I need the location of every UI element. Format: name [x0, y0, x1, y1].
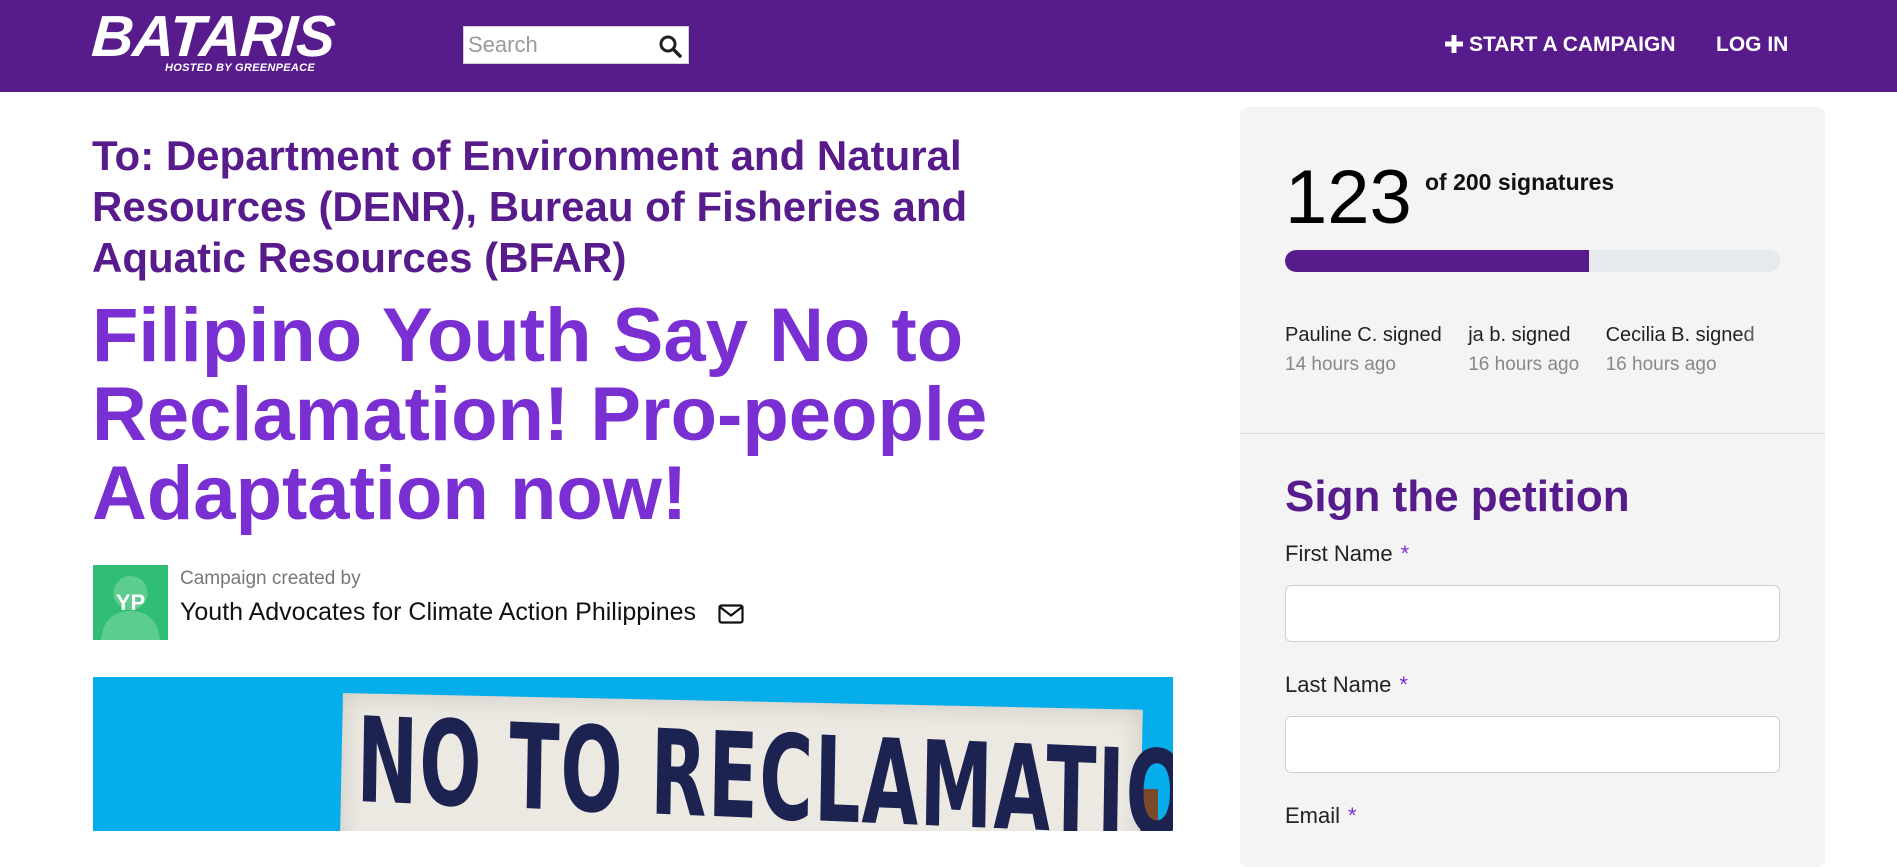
last-name-label: Last Name * [1285, 672, 1408, 698]
recent-signers: Pauline C. signed 14 hours ago ja b. sig… [1285, 320, 1785, 380]
login-link[interactable]: LOG IN [1716, 30, 1788, 60]
creator-initials: YP [115, 590, 146, 615]
required-marker: * [1348, 803, 1357, 828]
logo-tagline: HOSTED BY GREENPEACE [165, 62, 316, 74]
signer-name: Cecilia B. signed [1605, 324, 1755, 346]
logo-wordmark: BATARIS [89, 4, 337, 69]
envelope-icon[interactable] [718, 604, 744, 624]
first-name-label: First Name * [1285, 541, 1409, 567]
first-name-label-text: First Name [1285, 541, 1393, 566]
email-label: Email * [1285, 803, 1357, 829]
required-marker: * [1400, 541, 1410, 566]
signers-fade-overlay [1740, 318, 1800, 384]
banner-text: NO TO RECLAMATION [355, 690, 1173, 831]
signature-progress-bar [1285, 250, 1780, 272]
creator-avatar[interactable]: YP [93, 565, 168, 640]
last-name-label-text: Last Name [1285, 672, 1392, 697]
recent-signer: ja b. signed 16 hours ago [1468, 320, 1579, 380]
start-campaign-label: START A CAMPAIGN [1469, 33, 1676, 56]
plus-icon [1445, 35, 1463, 53]
recent-signer: Pauline C. signed 14 hours ago [1285, 320, 1442, 380]
signature-goal: of 200 signatures [1425, 169, 1615, 195]
first-name-field[interactable] [1285, 585, 1780, 642]
required-marker: * [1399, 672, 1408, 697]
search-icon[interactable] [658, 34, 682, 58]
signer-time: 16 hours ago [1468, 354, 1580, 375]
search-box [463, 26, 689, 64]
petition-recipient: To: Department of Environment and Natura… [92, 132, 968, 281]
signature-count: 123 [1285, 155, 1412, 240]
last-name-field[interactable] [1285, 716, 1780, 773]
bataris-logo[interactable]: BATARIS HOSTED BY GREENPEACE [90, 4, 337, 82]
signature-progress-fill [1285, 250, 1590, 272]
signer-time: 14 hours ago [1285, 354, 1396, 375]
panel-divider [1240, 433, 1825, 434]
recent-signer: Cecilia B. signed 16 hours ago [1606, 320, 1755, 380]
creator-label: Campaign created by [180, 568, 361, 589]
petition-title: Filipino Youth Say No to Reclamation! Pr… [92, 293, 988, 536]
signer-name: ja b. signed [1468, 324, 1571, 346]
search-input[interactable] [464, 27, 650, 63]
top-navigation-bar: BATARIS HOSTED BY GREENPEACE START A CAM… [0, 0, 1897, 92]
campaign-hero-image: NO TO RECLAMATION [93, 677, 1173, 831]
signer-name: Pauline C. signed [1285, 324, 1442, 346]
creator-name[interactable]: Youth Advocates for Climate Action Phili… [180, 598, 696, 627]
email-label-text: Email [1285, 803, 1341, 828]
signer-time: 16 hours ago [1605, 354, 1717, 375]
start-campaign-link[interactable]: START A CAMPAIGN [1445, 30, 1675, 60]
sign-petition-heading: Sign the petition [1285, 472, 1630, 521]
